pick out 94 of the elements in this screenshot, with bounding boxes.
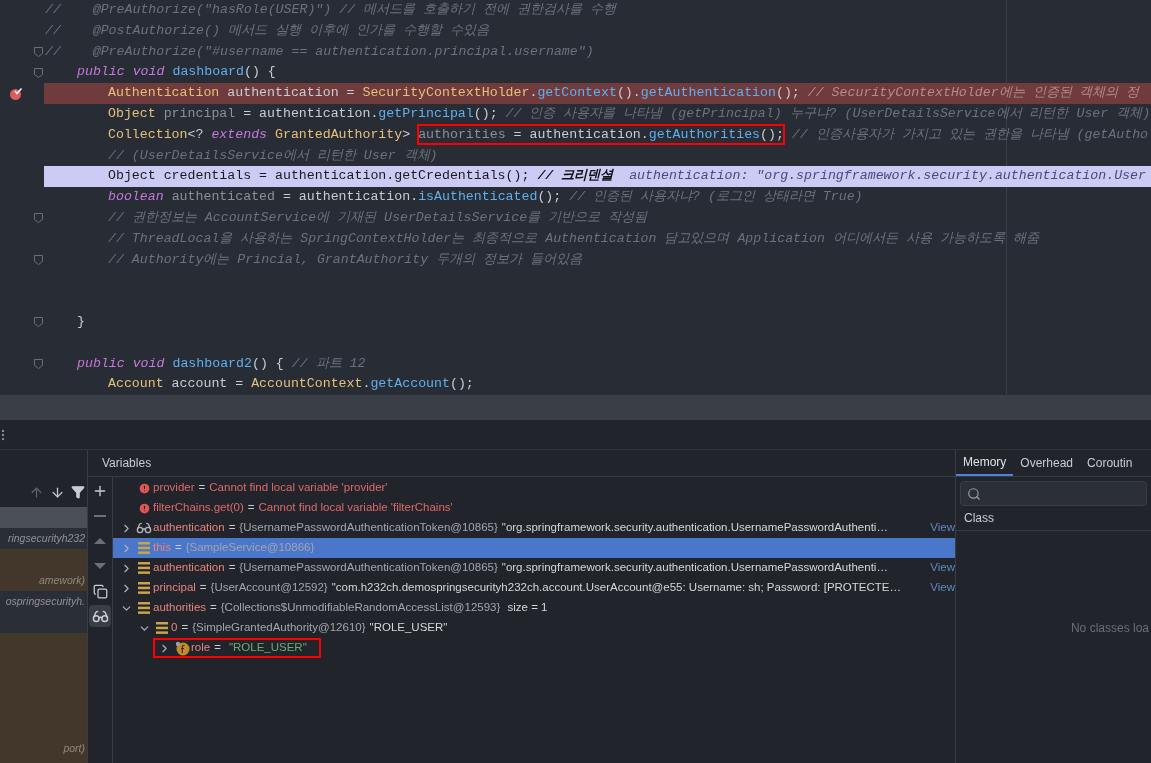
variable-row[interactable]: 0 = {SimpleGrantedAuthority@12610} "ROLE_USER"	[113, 618, 955, 638]
variable-value: "ROLE_USER"	[369, 620, 448, 636]
equals-sign: =	[181, 620, 189, 636]
glasses-icon	[136, 520, 152, 536]
equals-sign: =	[228, 520, 236, 536]
fold-icon[interactable]	[33, 213, 43, 224]
copy-icon	[92, 583, 108, 599]
variable-value: size = 1	[506, 600, 548, 616]
fold-icon[interactable]	[33, 67, 43, 78]
variable-name: this	[153, 540, 171, 556]
code-line: Collection<? extends GrantedAuthority> authorities = authentication.getAuthorities(); // 인증사용자가 가지고 있는 권한을 나타냄 (getAutho	[44, 124, 1151, 146]
variable-type: {Collections$UnmodifiableRandomAccessList@12593}	[220, 600, 501, 616]
down-arrow-icon[interactable]	[50, 484, 65, 500]
list-icon	[138, 562, 150, 574]
view-link[interactable]: View	[926, 519, 955, 537]
stack-frame[interactable]: ringsecurityh232	[0, 528, 87, 549]
equals-sign: =	[214, 640, 221, 656]
variable-type: {UsernamePasswordAuthenticationToken@10865}	[239, 560, 498, 576]
variable-value: "org.springframework.security.authentication.UsernamePasswordAuthenti…	[501, 520, 888, 536]
error-message: Cannot find local variable 'provider'	[209, 480, 388, 496]
code-line: // (UserDetailsService에서 리턴한 User 객체)	[107, 146, 439, 165]
variable-type: {UsernamePasswordAuthenticationToken@10865}	[239, 520, 498, 536]
code-line: public void dashboard() {	[76, 63, 277, 82]
watches-button[interactable]	[89, 605, 111, 627]
variable-name: 0	[171, 620, 178, 636]
equals-sign: =	[210, 600, 217, 616]
code-line: Object principal = authentication.getPrincipal(); // 인증 사용자를 나타냄 (getPrincipal) 누구냐? (UserDetailsService에서 리턴한 User 객체)	[107, 105, 1151, 123]
code-editor[interactable]	[0, 0, 1151, 395]
variable-row[interactable]: authorities = {Collections$UnmodifiableRandomAccessList@12593} size = 1	[113, 598, 955, 618]
code-line: boolean authenticated = authentication.isAuthenticated(); // 인증된 사용자냐? (로그인 상태라면 True)	[107, 188, 864, 207]
variable-row[interactable]: authentication = {UsernamePasswordAuthenticationToken@10865} "org.springframework.security.authentication.UsernamePasswordAuthenti… View	[113, 558, 955, 578]
code-line: // @PostAuthorize() 메서드 실행 이후에 인가를 수행할 수있음	[44, 21, 490, 40]
error-icon	[137, 501, 151, 515]
fold-icon[interactable]	[33, 317, 43, 328]
list-icon	[156, 622, 168, 634]
down-triangle-icon	[93, 562, 107, 570]
stack-frame[interactable]: ospringsecurityh.	[0, 591, 87, 612]
variable-row[interactable]: role = "ROLE_USER"	[113, 638, 955, 658]
field-icon	[174, 640, 190, 656]
breakpoint-icon[interactable]	[9, 86, 23, 101]
panel-title: Variables	[102, 455, 152, 472]
minus-icon	[94, 515, 106, 517]
equals-sign: =	[247, 500, 255, 516]
view-link[interactable]: View	[926, 579, 955, 597]
empty-message: No classes loa	[1070, 620, 1149, 637]
memory-tab[interactable]: Coroutin	[1080, 450, 1140, 476]
equals-sign: =	[198, 480, 206, 496]
horizontal-scrollbar[interactable]	[0, 395, 1151, 420]
fold-icon[interactable]	[33, 47, 43, 57]
variable-name: filterChains.get(0)	[153, 500, 244, 516]
plus-icon	[92, 483, 108, 499]
variable-name: authorities	[153, 600, 207, 616]
equals-sign: =	[174, 540, 182, 556]
variable-name: provider	[153, 480, 195, 496]
list-icon	[138, 542, 150, 554]
equals-sign: =	[199, 580, 207, 596]
list-icon	[138, 602, 150, 614]
code-line: // ThreadLocal을 사용하는 SpringContextHolder는 최종적으로 Authentication 담고있으며 Application 어디에서든 사용 가능하도록 해줌	[107, 229, 1041, 248]
memory-tab[interactable]: Overhead	[1013, 450, 1081, 476]
error-message: Cannot find local variable 'filterChains'	[258, 500, 453, 516]
code-line: // @PreAuthorize("#username == authentication.principal.username")	[44, 42, 595, 61]
code-line: // @PreAuthorize("hasRole(USER)") // 메서드를 호출하기 전에 권한검사를 수행	[44, 1, 618, 19]
variable-type: {UserAccount@12592}	[210, 580, 328, 596]
variable-name: authentication	[153, 560, 225, 576]
code-line: Account account = AccountContext.getAccount();	[107, 375, 475, 394]
variable-row[interactable]: provider = Cannot find local variable 'provider'	[113, 478, 955, 498]
highlight-frame: authorities = authentication.getAuthorities();	[418, 124, 784, 144]
variable-type: {SampleService@10866}	[185, 540, 315, 556]
error-icon	[137, 481, 151, 495]
variable-name: principal	[153, 580, 196, 596]
variable-type: {SimpleGrantedAuthority@12610}	[192, 620, 366, 636]
variable-name: authentication	[153, 520, 225, 536]
fold-icon[interactable]	[33, 254, 43, 265]
list-icon	[138, 582, 150, 594]
variable-value: "org.springframework.security.authentication.UsernamePasswordAuthenti…	[501, 560, 888, 576]
variable-row[interactable]: principal = {UserAccount@12592} "com.h232ch.demospringsecurityh232ch.account.UserAccount@e55: Username: sh; Password: [PROTECTE… View	[113, 578, 955, 598]
equals-sign: =	[228, 560, 236, 576]
variable-value: "ROLE_USER"	[228, 640, 307, 656]
variable-name: role	[191, 640, 211, 656]
column-header: Class	[964, 510, 994, 527]
filter-icon[interactable]	[71, 485, 85, 499]
variable-row[interactable]: filterChains.get(0) = Cannot find local variable 'filterChains'	[113, 498, 955, 518]
search-field[interactable]	[960, 481, 1147, 506]
search-icon	[967, 486, 981, 501]
fold-icon[interactable]	[33, 358, 43, 369]
variable-value: "com.h232ch.demospringsecurityh232ch.account.UserAccount@e55: Username: sh; Password: [PROTECTE…	[331, 580, 901, 596]
memory-tab[interactable]: Memory	[956, 450, 1014, 476]
code-line: // 권한정보는 AccountService에 기재된 UserDetailsService를 기반으로 작성됨	[107, 208, 649, 227]
code-line: // Authority에는 Princial, GrantAuthority 두개의 정보가 들어있음	[107, 250, 584, 269]
code-line: public void dashboard2() { // 파트 12	[76, 354, 367, 373]
up-triangle-icon	[93, 537, 107, 545]
code-line: }	[76, 312, 86, 331]
variable-row[interactable]: authentication = {UsernamePasswordAuthenticationToken@10865} "org.springframework.security.authentication.UsernamePasswordAuthenti… View	[113, 518, 955, 538]
view-link[interactable]: View	[926, 559, 955, 577]
